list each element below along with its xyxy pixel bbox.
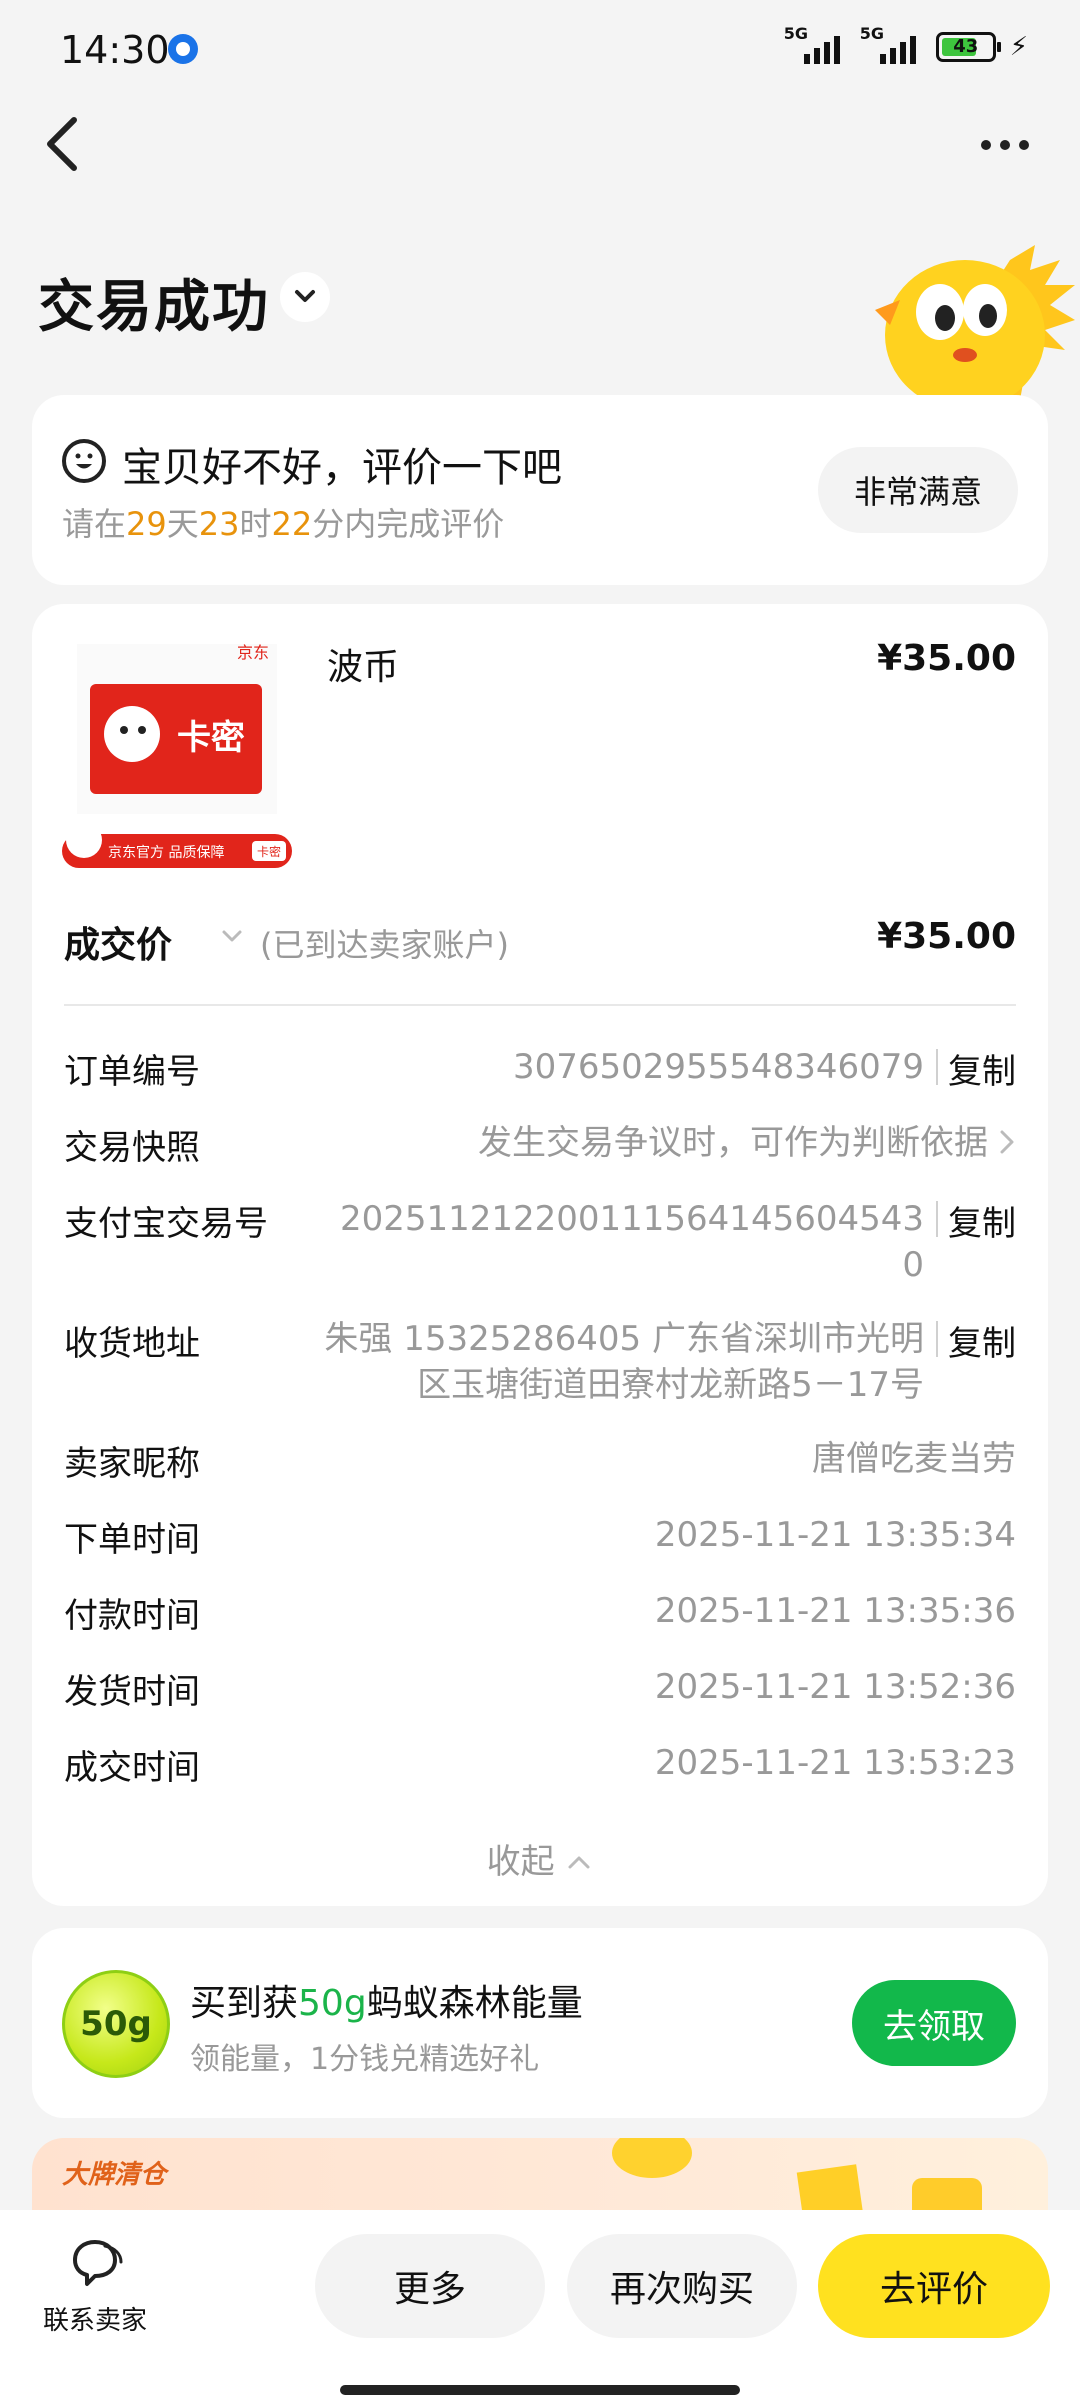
status-bar: 14:30 5G 5G 43 ⚡ (0, 0, 1080, 100)
pay-time-label: 付款时间 (64, 1596, 200, 1636)
battery-icon: 43 (935, 32, 1001, 62)
deal-price: ¥35.00 (877, 916, 1016, 957)
network-type-label: 5G (783, 24, 808, 43)
chevron-left-icon (47, 117, 77, 171)
product-name[interactable]: 波币 (327, 638, 399, 690)
app-notification-icon (168, 34, 198, 64)
chat-bubble-icon (73, 2240, 123, 2286)
seller-label: 卖家昵称 (64, 1444, 200, 1484)
deadline-suffix: 分内完成评价 (312, 505, 505, 543)
deadline-prefix: 请在 (62, 505, 127, 543)
order-time: 2025-11-21 13:35:34 (654, 1515, 1016, 1555)
address-line2: 区玉塘街道田寮村龙新路5－17号 (417, 1365, 924, 1405)
status-indicators: 5G 5G 43 ⚡ (784, 24, 1028, 64)
review-deadline: 请在29天23时22分内完成评价 (62, 499, 504, 545)
energy-subtitle: 领能量，1分钱兑精选好礼 (190, 2042, 540, 2077)
signal-icon: 5G (860, 24, 922, 64)
product-image-brand: 京东 (237, 643, 269, 662)
chevron-right-icon (1000, 1130, 1014, 1154)
snapshot-link[interactable]: 发生交易争议时，可作为判断依据 (478, 1120, 988, 1166)
order-time-label: 下单时间 (64, 1520, 200, 1560)
deadline-minutes: 22 (271, 505, 313, 543)
page-title: 交易成功 (38, 275, 270, 340)
address-line1: 朱强 15325286405 广东省深圳市光明 (324, 1319, 924, 1359)
deadline-hours: 23 (198, 505, 240, 543)
signal-icon: 5G (784, 24, 846, 64)
ship-time-label: 发货时间 (64, 1672, 200, 1712)
buy-again-button[interactable]: 再次购买 (567, 2234, 797, 2338)
product-image-badge-tag: 卡密 (257, 844, 281, 859)
energy-title-prefix: 买到获 (190, 1983, 299, 2024)
shipping-address: 朱强 15325286405 广东省深圳市光明 区玉塘街道田寮村龙新路5－17号 (284, 1316, 924, 1408)
collapse-label: 收起 (486, 1842, 555, 1882)
product-image[interactable]: 京东 卡密 京东官方 品质保障 卡密 (62, 634, 302, 874)
more-options-button[interactable] (970, 120, 1040, 170)
chevron-down-icon[interactable] (218, 922, 246, 950)
copy-order-number-button[interactable]: 复制 (948, 1044, 1016, 1093)
collapse-button[interactable]: 收起 (32, 1834, 1048, 1883)
battery-level: 43 (953, 36, 979, 57)
divider (936, 1201, 938, 1237)
order-number: 3076502955548346079 (512, 1047, 924, 1087)
alipay-number-label: 支付宝交易号 (64, 1204, 268, 1244)
divider (936, 1321, 938, 1357)
deadline-days: 29 (126, 505, 167, 543)
review-prompt-card: 宝贝好不好，评价一下吧 请在29天23时22分内完成评价 非常满意 (32, 395, 1048, 585)
copy-alipay-number-button[interactable]: 复制 (948, 1196, 1016, 1245)
more-dots-icon (981, 140, 991, 150)
alipay-number: 202511212200111564145604543 0 (324, 1196, 924, 1288)
status-time: 14:30 (60, 28, 170, 72)
alipay-number-line2: 0 (902, 1245, 924, 1285)
address-label: 收货地址 (64, 1324, 200, 1364)
divider (64, 1004, 1016, 1006)
order-number-label: 订单编号 (64, 1052, 200, 1092)
back-button[interactable] (40, 112, 90, 176)
mascot-illustration (875, 245, 1075, 400)
pay-time: 2025-11-21 13:35:36 (654, 1591, 1016, 1631)
product-image-card-text: 卡密 (177, 718, 245, 758)
deal-price-note: (已到达卖家账户) (260, 926, 509, 964)
energy-title: 买到获50g蚂蚁森林能量 (190, 1974, 583, 2026)
energy-amount: 50g (298, 1983, 367, 2024)
network-type-label: 5G (859, 24, 884, 43)
deal-time-label: 成交时间 (64, 1748, 200, 1788)
product-image-badge: 京东官方 品质保障 (108, 845, 224, 861)
energy-title-suffix: 蚂蚁森林能量 (366, 1983, 583, 2024)
deadline-hours-unit: 时 (239, 505, 272, 543)
title-dropdown-button[interactable] (280, 272, 330, 322)
chevron-up-icon (568, 1856, 590, 1869)
alipay-number-line1: 202511212200111564145604543 (339, 1199, 924, 1239)
promo-tag: 大牌清仓 (62, 2160, 167, 2190)
order-details-card: 京东 卡密 京东官方 品质保障 卡密 波币 ¥35.00 成交价 (已到达卖家账… (32, 604, 1048, 1906)
review-title: 宝贝好不好，评价一下吧 (122, 445, 562, 491)
deal-price-label[interactable]: 成交价 (64, 916, 172, 968)
deadline-days-unit: 天 (166, 505, 199, 543)
gold-ingot-icon (612, 2138, 692, 2178)
write-review-button[interactable]: 去评价 (818, 2234, 1050, 2338)
charging-icon: ⚡ (1009, 32, 1028, 62)
seller-nickname: 唐僧吃麦当劳 (812, 1439, 1016, 1479)
ship-time: 2025-11-21 13:52:36 (654, 1667, 1016, 1707)
contact-seller-button[interactable]: 联系卖家 (40, 2236, 150, 2337)
claim-energy-button[interactable]: 去领取 (852, 1980, 1016, 2066)
bottom-action-bar: 联系卖家 更多 再次购买 去评价 (0, 2210, 1080, 2400)
energy-badge: 50g (62, 1970, 170, 2078)
snapshot-label: 交易快照 (64, 1128, 200, 1168)
divider (936, 1049, 938, 1085)
contact-seller-label: 联系卖家 (42, 2306, 147, 2336)
copy-address-button[interactable]: 复制 (948, 1316, 1016, 1365)
forest-energy-card: 50g 买到获50g蚂蚁森林能量 领能量，1分钱兑精选好礼 去领取 (32, 1928, 1048, 2118)
chevron-down-icon (295, 290, 315, 302)
deal-time: 2025-11-21 13:53:23 (654, 1743, 1016, 1783)
very-satisfied-button[interactable]: 非常满意 (818, 447, 1018, 533)
smiley-icon (62, 439, 106, 483)
product-price: ¥35.00 (877, 638, 1016, 679)
home-indicator[interactable] (340, 2385, 740, 2395)
more-button[interactable]: 更多 (315, 2234, 545, 2338)
